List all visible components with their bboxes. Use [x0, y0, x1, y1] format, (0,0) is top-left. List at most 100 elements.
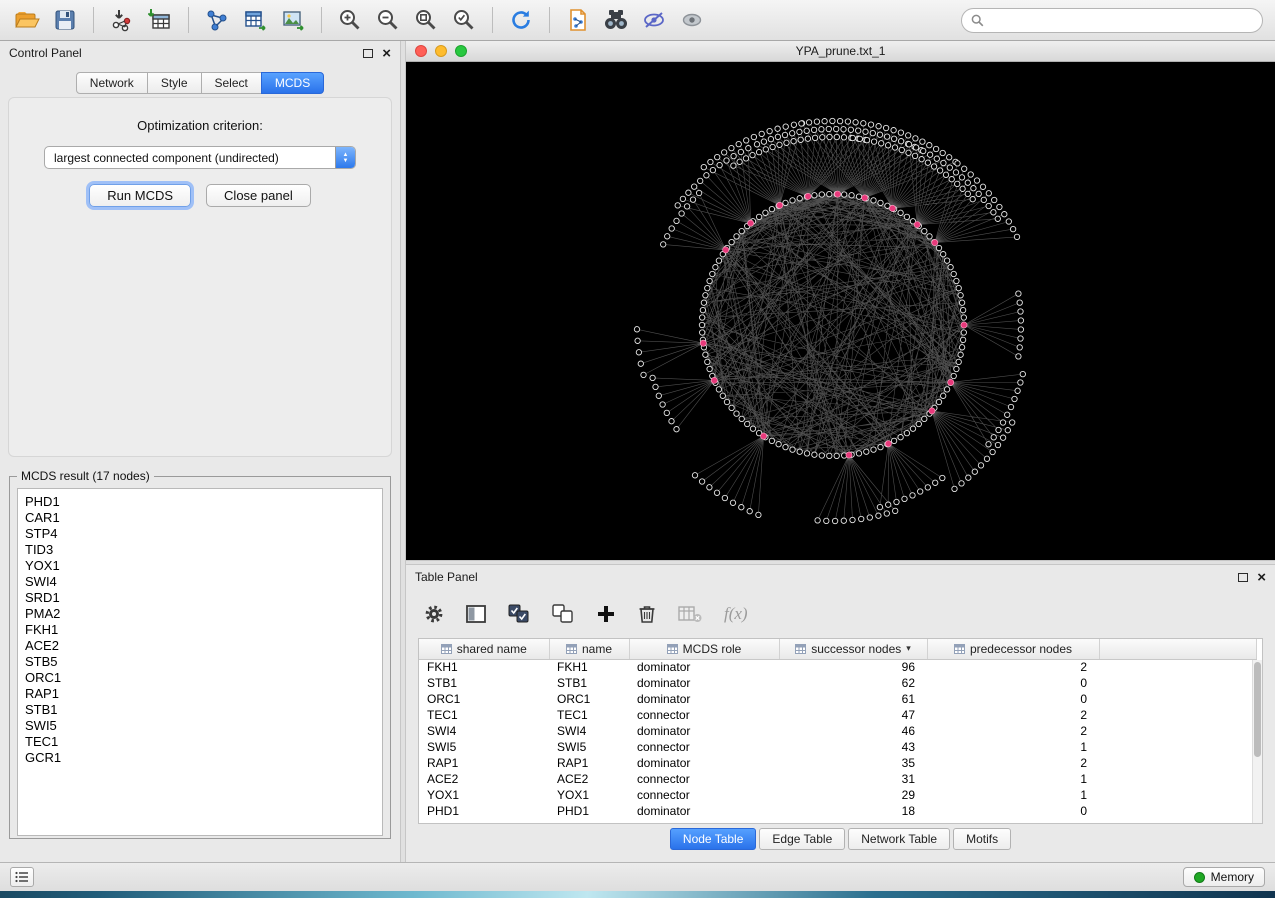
minimize-window-icon[interactable] [435, 45, 447, 57]
mcds-result-item[interactable]: TID3 [25, 542, 382, 558]
add-row-button[interactable] [596, 604, 616, 624]
refresh-view-button[interactable] [502, 3, 540, 37]
table-row[interactable]: PHD1PHD1dominator180 [419, 803, 1257, 819]
column-header-mcds-role[interactable]: MCDS role [629, 639, 779, 659]
cell-successor-nodes[interactable]: 46 [779, 723, 927, 739]
table-row[interactable]: FKH1FKH1dominator962 [419, 659, 1257, 675]
cell-predecessor-nodes[interactable]: 0 [927, 691, 1099, 707]
tab-select[interactable]: Select [201, 72, 262, 94]
task-history-button[interactable] [10, 867, 34, 887]
mcds-result-item[interactable]: PHD1 [25, 494, 382, 510]
table-row[interactable]: YOX1YOX1connector291 [419, 787, 1257, 803]
export-image-button[interactable] [274, 3, 312, 37]
zoom-out-button[interactable] [369, 3, 407, 37]
close-table-panel-icon[interactable]: × [1257, 570, 1266, 585]
table-row[interactable]: ORC1ORC1dominator610 [419, 691, 1257, 707]
cell-name[interactable]: FKH1 [549, 659, 629, 675]
zoom-selected-button[interactable] [445, 3, 483, 37]
cell-shared-name[interactable]: FKH1 [419, 659, 549, 675]
mcds-result-item[interactable]: GCR1 [25, 750, 382, 766]
cell-successor-nodes[interactable]: 29 [779, 787, 927, 803]
cell-mcds-role[interactable]: connector [629, 739, 779, 755]
float-table-panel-icon[interactable] [1238, 573, 1248, 582]
cell-predecessor-nodes[interactable]: 2 [927, 659, 1099, 675]
cell-shared-name[interactable]: TEC1 [419, 707, 549, 723]
cell-name[interactable]: SWI4 [549, 723, 629, 739]
search-network-button[interactable] [597, 3, 635, 37]
memory-button[interactable]: Memory [1183, 867, 1265, 887]
network-canvas[interactable] [406, 62, 1275, 560]
close-panel-icon[interactable]: × [382, 46, 391, 61]
cell-mcds-role[interactable]: connector [629, 707, 779, 723]
cell-predecessor-nodes[interactable]: 0 [927, 675, 1099, 691]
import-network-button[interactable] [198, 3, 236, 37]
delete-table-button[interactable] [678, 605, 702, 623]
cell-successor-nodes[interactable]: 18 [779, 803, 927, 819]
criterion-dropdown[interactable]: largest connected component (undirected)… [44, 146, 356, 169]
mcds-result-item[interactable]: CAR1 [25, 510, 382, 526]
cell-predecessor-nodes[interactable]: 2 [927, 707, 1099, 723]
table-settings-button[interactable] [424, 604, 444, 624]
column-header-predecessor-nodes[interactable]: predecessor nodes [927, 639, 1099, 659]
mcds-result-item[interactable]: RAP1 [25, 686, 382, 702]
show-all-button[interactable] [673, 3, 711, 37]
close-window-icon[interactable] [415, 45, 427, 57]
save-session-button[interactable] [46, 3, 84, 37]
cell-predecessor-nodes[interactable]: 2 [927, 755, 1099, 771]
cell-mcds-role[interactable]: dominator [629, 675, 779, 691]
zoom-in-button[interactable] [331, 3, 369, 37]
cell-name[interactable]: ORC1 [549, 691, 629, 707]
mcds-result-item[interactable]: PMA2 [25, 606, 382, 622]
mcds-result-item[interactable]: SWI4 [25, 574, 382, 590]
show-columns-button[interactable] [466, 605, 486, 623]
tab-style[interactable]: Style [147, 72, 202, 94]
mcds-result-item[interactable]: STB5 [25, 654, 382, 670]
cell-shared-name[interactable]: ACE2 [419, 771, 549, 787]
chevron-down-icon[interactable]: ▾ [906, 643, 911, 654]
cell-mcds-role[interactable]: connector [629, 771, 779, 787]
mcds-result-item[interactable]: ORC1 [25, 670, 382, 686]
table-row[interactable]: TEC1TEC1connector472 [419, 707, 1257, 723]
cell-successor-nodes[interactable]: 47 [779, 707, 927, 723]
new-network-from-selection-button[interactable] [559, 3, 597, 37]
cell-name[interactable]: TEC1 [549, 707, 629, 723]
cell-predecessor-nodes[interactable]: 2 [927, 723, 1099, 739]
cell-shared-name[interactable]: STB1 [419, 675, 549, 691]
cell-successor-nodes[interactable]: 96 [779, 659, 927, 675]
maximize-window-icon[interactable] [455, 45, 467, 57]
cell-successor-nodes[interactable]: 43 [779, 739, 927, 755]
column-header-shared-name[interactable]: shared name [419, 639, 549, 659]
cell-mcds-role[interactable]: dominator [629, 659, 779, 675]
cell-successor-nodes[interactable]: 35 [779, 755, 927, 771]
delete-row-button[interactable] [638, 604, 656, 624]
open-session-button[interactable] [8, 3, 46, 37]
tab-motifs[interactable]: Motifs [953, 828, 1011, 850]
deselect-all-button[interactable] [552, 604, 574, 624]
column-header-successor-nodes[interactable]: successor nodes ▾ [779, 639, 927, 659]
table-row[interactable]: SWI4SWI4dominator462 [419, 723, 1257, 739]
cell-name[interactable]: STB1 [549, 675, 629, 691]
tab-node-table[interactable]: Node Table [670, 828, 757, 850]
cell-name[interactable]: RAP1 [549, 755, 629, 771]
close-panel-button[interactable]: Close panel [206, 184, 311, 207]
function-builder-button[interactable]: f(x) [724, 604, 748, 624]
cell-name[interactable]: ACE2 [549, 771, 629, 787]
cell-shared-name[interactable]: YOX1 [419, 787, 549, 803]
table-row[interactable]: RAP1RAP1dominator352 [419, 755, 1257, 771]
cell-mcds-role[interactable]: dominator [629, 723, 779, 739]
cell-predecessor-nodes[interactable]: 1 [927, 771, 1099, 787]
select-all-button[interactable] [508, 604, 530, 624]
float-panel-icon[interactable] [363, 49, 373, 58]
cell-predecessor-nodes[interactable]: 0 [927, 803, 1099, 819]
search-input[interactable] [990, 13, 1253, 27]
search-field[interactable] [961, 8, 1263, 33]
cell-name[interactable]: SWI5 [549, 739, 629, 755]
table-scrollbar-thumb[interactable] [1254, 662, 1261, 757]
tab-edge-table[interactable]: Edge Table [759, 828, 845, 850]
cell-name[interactable]: PHD1 [549, 803, 629, 819]
hide-selected-button[interactable] [635, 3, 673, 37]
mcds-result-item[interactable]: FKH1 [25, 622, 382, 638]
cell-name[interactable]: YOX1 [549, 787, 629, 803]
cell-successor-nodes[interactable]: 62 [779, 675, 927, 691]
import-network-file-button[interactable] [103, 3, 141, 37]
